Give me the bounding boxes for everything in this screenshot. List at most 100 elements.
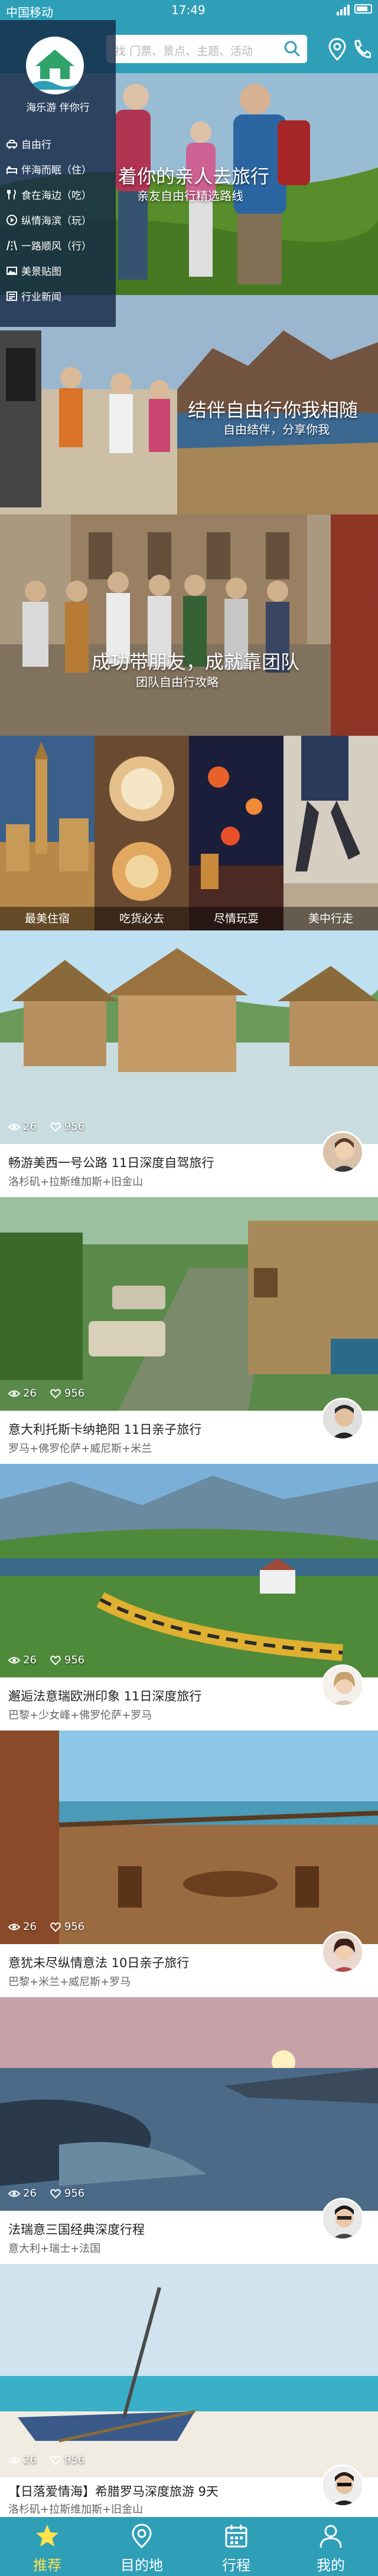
- app-slogan: 海乐游 伴你行: [26, 102, 90, 114]
- like-count: 956: [64, 1120, 85, 1133]
- app-logo: [26, 37, 84, 94]
- trip-title: 意犹未尽纵情意法 10日亲子旅行: [8, 1956, 190, 1970]
- bottom-nav: 推荐 目的地 行程 我的: [0, 2517, 378, 2576]
- signal-icon: [337, 2, 350, 15]
- search-input[interactable]: 找 门票、景点、主题、活动: [115, 42, 253, 58]
- view-count: 26: [23, 2454, 37, 2466]
- food-icon: [7, 189, 16, 199]
- car-icon: [6, 139, 17, 149]
- banner-title: 着你的亲人去旅行: [118, 165, 270, 188]
- menu-item-label: 美景贴图: [21, 266, 61, 278]
- avatar[interactable]: [321, 1398, 364, 1440]
- menu-item-eat[interactable]: 食在海边（吃）: [6, 182, 92, 207]
- trip-photo: [0, 2264, 378, 2477]
- trip-photo: [0, 1731, 378, 1944]
- banner-group-travel[interactable]: 结伴自由行你我相随 自由结伴，分享你我: [0, 295, 378, 514]
- eye-icon: [8, 1390, 20, 1397]
- trip-photo: [0, 1464, 378, 1677]
- nav-recommend[interactable]: 推荐: [0, 2517, 94, 2576]
- category-photo: [284, 736, 378, 930]
- trip-route: 意大利+瑞士+法国: [8, 2243, 101, 2255]
- avatar[interactable]: [321, 1664, 364, 1707]
- category-food[interactable]: 吃货必去: [94, 736, 189, 930]
- menu-item-photos[interactable]: 美景贴图: [6, 258, 92, 283]
- eye-icon: [8, 1123, 20, 1130]
- menu-item-stay[interactable]: 伴海而眠（住）: [6, 156, 92, 182]
- menu-item-label: 食在海边（吃）: [21, 190, 92, 202]
- nav-itinerary[interactable]: 行程: [189, 2517, 284, 2576]
- heart-icon[interactable]: [50, 2454, 61, 2466]
- trip-card[interactable]: 26 956 畅游美西一号公路 11日深度自驾旅行 洛杉矶+拉斯维加斯+旧金山: [0, 930, 378, 1197]
- trip-photo: [0, 930, 378, 1144]
- menu-item-play[interactable]: 纵情海滨（玩）: [6, 207, 92, 232]
- heart-icon[interactable]: [50, 1654, 61, 1666]
- category-photo: [189, 736, 284, 930]
- location-icon[interactable]: [328, 38, 347, 61]
- side-menu: 海乐游 伴你行 自由行 伴海而眠（住） 食在海边（吃） 纵情海滨（玩） 一路顺风…: [0, 20, 116, 327]
- trip-card[interactable]: 26 956 意大利托斯卡纳艳阳 11日亲子旅行 罗马+佛罗伦萨+威尼斯+米兰: [0, 1197, 378, 1464]
- banner-subtitle: 亲友自由行精选路线: [137, 189, 243, 203]
- avatar[interactable]: [321, 1931, 364, 1974]
- nav-label: 行程: [222, 2557, 250, 2574]
- avatar[interactable]: [321, 2464, 364, 2507]
- battery-icon: [354, 4, 372, 14]
- trip-title: 邂逅法意瑞欧洲印象 11日深度旅行: [8, 1689, 202, 1703]
- avatar[interactable]: [321, 2198, 364, 2240]
- category-label: 最美住宿: [0, 907, 94, 930]
- eye-icon: [8, 1923, 20, 1930]
- trip-card[interactable]: 26 956 法瑞意三国经典深度行程 意大利+瑞士+法国: [0, 1997, 378, 2264]
- menu-item-label: 自由行: [21, 139, 51, 151]
- status-bar: 中国移动 17:49: [0, 0, 378, 20]
- nav-label: 目的地: [120, 2557, 163, 2574]
- phone-icon[interactable]: [352, 38, 371, 61]
- avatar[interactable]: [321, 1131, 364, 1174]
- heart-icon[interactable]: [50, 1921, 61, 1933]
- trip-title: 意大利托斯卡纳艳阳 11日亲子旅行: [8, 1423, 202, 1437]
- carrier-label: 中国移动: [6, 5, 53, 19]
- menu-item-label: 一路顺风（行）: [21, 241, 92, 253]
- like-count: 956: [64, 1654, 85, 1666]
- trip-stats: 26 956: [8, 1387, 84, 1400]
- menu-item-transport[interactable]: 一路顺风（行）: [6, 232, 92, 258]
- nav-destination[interactable]: 目的地: [94, 2517, 189, 2576]
- bed-icon: [6, 166, 17, 174]
- search-icon[interactable]: [284, 40, 301, 58]
- calendar-icon: [225, 2525, 247, 2548]
- banner-team-travel[interactable]: 成功带朋友，成就靠团队 团队自由行攻略: [0, 514, 378, 736]
- menu-item-label: 行业新闻: [21, 291, 61, 303]
- category-stay[interactable]: 最美住宿: [0, 736, 94, 930]
- trip-title: 法瑞意三国经典深度行程: [8, 2223, 145, 2237]
- trip-card[interactable]: 26 956 【日落爱情海】希腊罗马深度旅游 9天 洛杉矶+拉斯维加斯+旧金山: [0, 2264, 378, 2517]
- menu-item-news[interactable]: 行业新闻: [6, 283, 92, 309]
- category-walk[interactable]: 美中行走: [284, 736, 378, 930]
- nav-label: 推荐: [33, 2557, 61, 2574]
- search-box[interactable]: 找 门票、景点、主题、活动: [106, 35, 307, 63]
- nav-mine[interactable]: 我的: [284, 2517, 378, 2576]
- category-label: 吃货必去: [94, 907, 189, 930]
- heart-icon[interactable]: [50, 1388, 61, 1400]
- app-screen: 中国移动 17:49 找 门票、景点、主题、活动 海乐游 伴你行 自由行 伴海而…: [0, 0, 378, 2576]
- menu-item-label: 纵情海滨（玩）: [21, 215, 92, 227]
- heart-icon[interactable]: [50, 1121, 61, 1133]
- like-count: 956: [64, 1920, 85, 1933]
- view-count: 26: [23, 1920, 37, 1933]
- like-count: 956: [64, 1387, 85, 1400]
- menu-item-free-travel[interactable]: 自由行: [6, 131, 92, 156]
- trip-stats: 26 956: [8, 1920, 84, 1933]
- heart-icon[interactable]: [50, 2188, 61, 2200]
- category-label: 尽情玩耍: [189, 907, 284, 930]
- trip-stats: 26 956: [8, 2187, 84, 2200]
- view-count: 26: [23, 1654, 37, 1666]
- trip-route: 巴黎+少女峰+佛罗伦萨+罗马: [8, 1709, 152, 1722]
- banner-photo: [0, 514, 378, 736]
- eye-icon: [8, 1657, 20, 1663]
- category-photo: [94, 736, 189, 930]
- location-icon: [132, 2523, 152, 2548]
- clock: 17:49: [171, 3, 206, 17]
- trip-title: 畅游美西一号公路 11日深度自驾旅行: [8, 1156, 214, 1170]
- play-icon: [6, 214, 17, 225]
- category-fun[interactable]: 尽情玩耍: [189, 736, 284, 930]
- trip-card[interactable]: 26 956 意犹未尽纵情意法 10日亲子旅行 巴黎+米兰+威尼斯+罗马: [0, 1731, 378, 1997]
- image-icon: [6, 266, 17, 275]
- trip-card[interactable]: 26 956 邂逅法意瑞欧洲印象 11日深度旅行 巴黎+少女峰+佛罗伦萨+罗马: [0, 1464, 378, 1731]
